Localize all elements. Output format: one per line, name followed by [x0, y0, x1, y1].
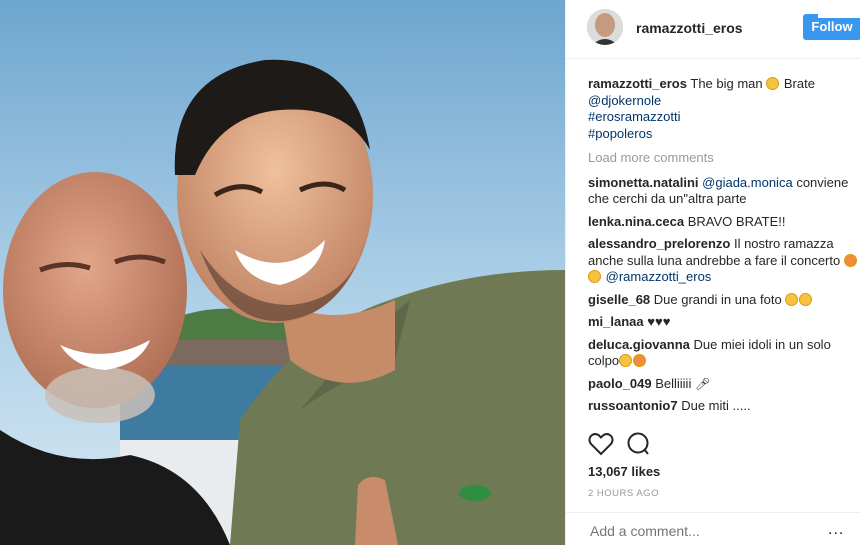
caption-mention[interactable]: @djokernole — [588, 93, 858, 110]
comment-username[interactable]: mi_lanaa — [588, 314, 644, 329]
comment: alessandro_prelorenzo Il nostro ramazza … — [588, 236, 858, 286]
clapping-hands-icon — [799, 292, 813, 306]
header-overlay — [818, 0, 860, 18]
comment-username[interactable]: alessandro_prelorenzo — [588, 236, 730, 251]
comment-text: Due miti ..... — [681, 398, 751, 413]
tongue-emoji-icon — [588, 270, 601, 283]
caption: ramazzotti_eros The big man Brate @djoke… — [588, 76, 858, 142]
laughing-emoji-icon — [619, 354, 633, 367]
clapping-hands-icon — [785, 292, 799, 306]
add-comment-bar: ... — [566, 512, 860, 546]
likes-count[interactable]: 13,067 likes — [588, 464, 660, 479]
post-username[interactable]: ramazzotti_eros — [636, 20, 743, 36]
comment: mi_lanaa ♥♥♥ — [588, 314, 858, 331]
comments-list: ramazzotti_eros The big man Brate @djoke… — [588, 76, 858, 421]
comment-username[interactable]: russoantonio7 — [588, 398, 678, 413]
microphone-icon: 🎤︎ — [694, 376, 711, 391]
photo-image — [0, 0, 565, 545]
comment-username[interactable]: paolo_049 — [588, 376, 652, 391]
avatar[interactable] — [587, 9, 623, 45]
tongue-emoji-icon — [633, 354, 647, 367]
avatar-image — [587, 9, 623, 45]
post-header: ramazzotti_eros Follow — [566, 0, 860, 59]
caption-hashtag[interactable]: #erosramazzotti — [588, 109, 858, 126]
comment-text: Due grandi in una foto — [653, 291, 782, 307]
comment: giselle_68 Due grandi in una foto — [588, 292, 858, 309]
post-sidebar: ramazzotti_eros Follow ramazzotti_eros T… — [565, 0, 860, 545]
comment: paolo_049 Belliiiii 🎤︎ — [588, 376, 858, 393]
comment-username[interactable]: giselle_68 — [588, 292, 650, 307]
comment: deluca.giovanna Due miei idoli in un sol… — [588, 337, 858, 370]
comment-mention[interactable]: @giada.monica — [702, 175, 793, 190]
comment-username[interactable]: deluca.giovanna — [588, 337, 690, 352]
post-photo[interactable] — [0, 0, 565, 545]
caption-hashtag[interactable]: #popoleros — [588, 126, 858, 143]
comment-username[interactable]: simonetta.natalini — [588, 175, 699, 190]
comment: russoantonio7 Due miti ..... — [588, 398, 858, 415]
comment-mention[interactable]: @ramazzotti_eros — [606, 269, 712, 284]
comment-text: Belliiiii — [655, 375, 692, 391]
load-more-comments-button[interactable]: Load more comments — [588, 150, 858, 167]
post-timestamp: 2 HOURS AGO — [588, 488, 659, 499]
comment: lenka.nina.ceca BRAVO BRATE!! — [588, 214, 858, 231]
flexed-biceps-icon — [766, 77, 780, 90]
heart-icon[interactable] — [588, 432, 614, 456]
comment-text: BRAVO BRATE!! — [687, 213, 786, 229]
winking-tongue-emoji-icon — [843, 253, 857, 267]
caption-username[interactable]: ramazzotti_eros — [588, 76, 687, 91]
caption-text-2: Brate — [783, 76, 815, 91]
more-options-icon[interactable]: ... — [828, 521, 844, 539]
caption-text: The big man — [690, 76, 763, 91]
comment-text: ♥♥♥ — [647, 314, 671, 329]
comment-username[interactable]: lenka.nina.ceca — [588, 214, 684, 229]
add-comment-input[interactable] — [588, 522, 822, 540]
comment: simonetta.natalini @giada.monica convien… — [588, 175, 858, 208]
comment-icon[interactable] — [626, 432, 652, 456]
